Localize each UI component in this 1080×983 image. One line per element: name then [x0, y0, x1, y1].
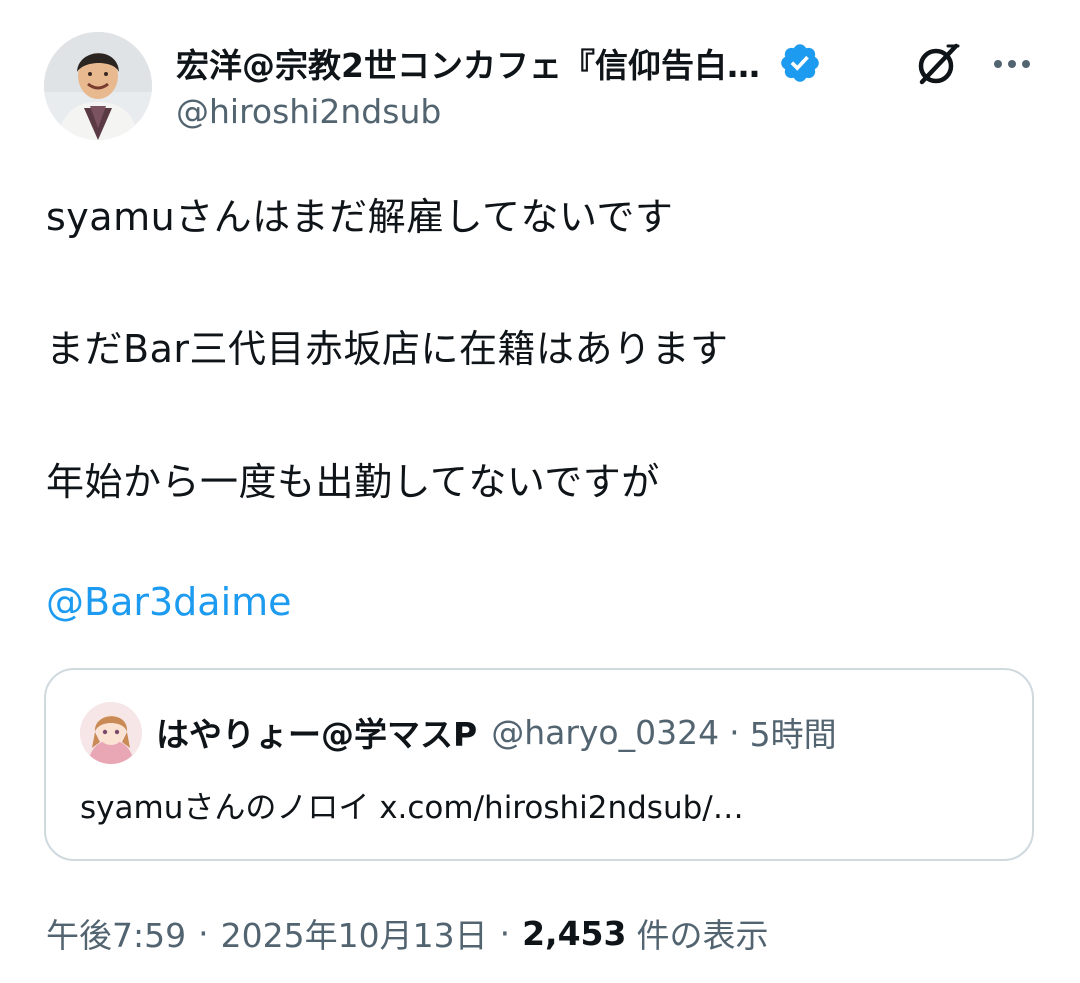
quoted-display-name: はやりょー@学マスP — [156, 715, 478, 754]
quoted-author-avatar[interactable] — [80, 702, 142, 764]
quoted-handle: @haryo_0324 — [491, 712, 720, 752]
views-count: 2,453 — [522, 913, 627, 953]
verified-badge-icon — [778, 41, 822, 85]
quoted-profile-photo — [80, 702, 142, 764]
quoted-time: 5時間 — [749, 715, 837, 754]
meta-separator: · — [198, 913, 209, 953]
author-display-name[interactable]: 宏洋@宗教2世コンカフェ『信仰告白… — [176, 39, 760, 87]
profile-photo — [44, 32, 152, 140]
views-label: 件の表示 — [636, 916, 769, 955]
quoted-text: syamuさんのノロイ x.com/hiroshi2ndsub/… — [80, 790, 744, 826]
author-handle[interactable]: @hiroshi2ndsub — [176, 92, 441, 131]
post-date[interactable]: 2025年10月13日 — [221, 909, 488, 957]
author-avatar[interactable] — [44, 32, 152, 140]
author-name-row: 宏洋@宗教2世コンカフェ『信仰告白… — [176, 38, 822, 88]
grok-icon[interactable] — [912, 38, 964, 90]
more-options-icon[interactable] — [986, 38, 1038, 90]
meta-separator: · — [499, 913, 511, 953]
quoted-tweet-card[interactable]: はやりょー@学マスP @haryo_0324 · 5時間 syamuさんのノロイ… — [44, 668, 1034, 861]
quoted-separator: · — [729, 712, 740, 752]
mention-link[interactable]: @Bar3daime — [46, 580, 292, 624]
tweet: 宏洋@宗教2世コンカフェ『信仰告白… @hiroshi2ndsub syamuさ… — [0, 0, 1080, 983]
tweet-text-line-1: syamuさんはまだ解雇してないです — [46, 195, 674, 239]
quoted-header: はやりょー@学マスP @haryo_0324 · 5時間 — [156, 706, 837, 758]
tweet-text-line-3: 年始から一度も出勤してないですが — [46, 460, 660, 504]
post-time[interactable]: 午後7:59 — [46, 909, 186, 957]
tweet-meta: 午後7:59 · 2025年10月13日 · 2,453 件の表示 — [46, 906, 768, 960]
tweet-text-line-2: まだBar三代目赤坂店に在籍はあります — [46, 327, 729, 371]
